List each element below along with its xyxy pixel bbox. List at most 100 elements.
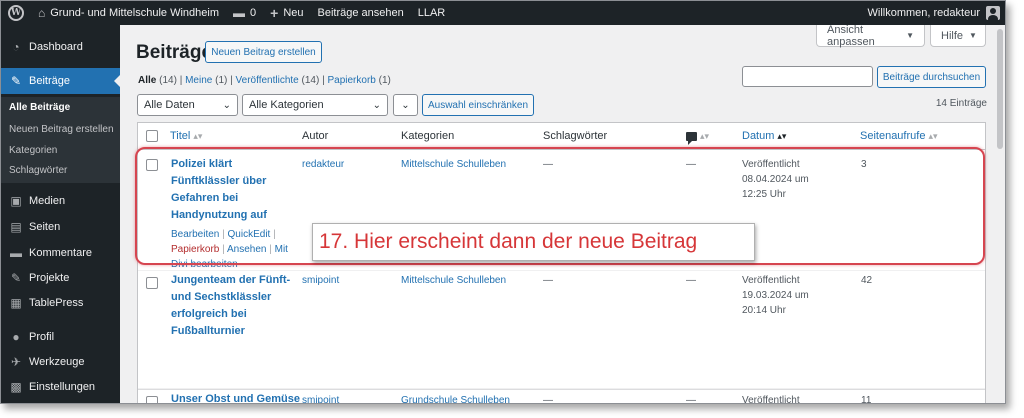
greeting-text: Willkommen, redakteur xyxy=(867,7,980,19)
media-icon: ▣ xyxy=(10,194,22,208)
help-button[interactable]: Hilfe ▼ xyxy=(930,25,986,47)
sidebar-item-projects[interactable]: ✎ Projekte xyxy=(1,265,120,291)
comments-value: — xyxy=(686,159,696,170)
category-link[interactable]: Mittelschule Schulleben xyxy=(401,157,506,172)
settings-icon: ▩ xyxy=(10,380,22,394)
add-new-post-button[interactable]: Neuen Beitrag erstellen xyxy=(205,41,322,63)
divi-edit-link-part2[interactable]: Divi bearbeiten xyxy=(171,259,238,270)
page-title: Beiträge xyxy=(136,42,213,63)
post-search-input[interactable] xyxy=(742,66,873,87)
column-date-header[interactable]: Datum ▴▾ xyxy=(742,130,786,142)
filter-button[interactable]: Auswahl einschränken xyxy=(422,94,534,116)
wordpress-icon: W xyxy=(8,5,24,21)
site-name: Grund- und Mittelschule Windheim xyxy=(50,7,219,19)
posts-table: Titel ▴▾ Autor Kategorien Schlagwörter ▴▾… xyxy=(137,122,986,404)
sidebar-item-settings[interactable]: ▩ Einstellungen xyxy=(1,374,120,400)
category-filter-value: Alle Kategorien xyxy=(249,99,324,111)
comments-value: — xyxy=(686,275,696,286)
column-title-header[interactable]: Titel ▴▾ xyxy=(170,130,202,142)
new-content-link[interactable]: + Neu xyxy=(263,1,310,25)
search-posts-button[interactable]: Beiträge durchsuchen xyxy=(877,66,986,88)
sidebar-item-label: TablePress xyxy=(29,297,84,309)
author-link[interactable]: smipoint xyxy=(302,273,339,288)
author-link[interactable]: redakteur xyxy=(302,157,344,172)
view-posts-link[interactable]: Beiträge ansehen xyxy=(311,1,411,25)
sidebar-item-tools[interactable]: ✈ Werkzeuge xyxy=(1,349,120,375)
annotation-callout: 17. Hier erscheint dann der neue Beitrag xyxy=(312,223,755,261)
trash-link[interactable]: Papierkorb xyxy=(171,244,219,255)
sidebar-item-label: Werkzeuge xyxy=(29,356,85,368)
sidebar-item-label: Medien xyxy=(29,195,66,207)
category-filter-select[interactable]: Alle Kategorien ⌄ xyxy=(242,94,388,116)
category-link[interactable]: Mittelschule Schulleben xyxy=(401,273,506,288)
select-all-checkbox[interactable] xyxy=(146,130,158,142)
screen-options-button[interactable]: Ansicht anpassen ▼ xyxy=(816,23,925,48)
column-comments-header[interactable]: ▴▾ xyxy=(686,130,709,145)
submenu-categories[interactable]: Kategorien xyxy=(9,145,57,156)
comment-icon xyxy=(686,131,697,145)
sidebar-item-dashboard[interactable]: ◔ Dashboard xyxy=(1,34,120,60)
llar-link[interactable]: LLAR xyxy=(411,1,453,25)
comment-icon: ▬ xyxy=(10,246,22,260)
sort-icon: ▴▾ xyxy=(928,131,938,141)
new-content-label: Neu xyxy=(283,7,304,19)
items-count: 14 Einträge xyxy=(935,98,987,109)
page-scrollbar[interactable] xyxy=(995,25,1005,403)
row-checkbox[interactable] xyxy=(146,277,158,289)
submenu-tags[interactable]: Schlagwörter xyxy=(9,165,67,176)
post-title-link[interactable]: Unser Obst und Gemüse xyxy=(171,391,311,403)
admin-bar: W ⌂ Grund- und Mittelschule Windheim ▬ 0… xyxy=(1,1,1005,25)
caret-down-icon: ▼ xyxy=(969,31,977,40)
comments-link[interactable]: ▬ 0 xyxy=(226,1,263,25)
comment-bubble-icon: ▬ xyxy=(233,6,245,20)
view-link[interactable]: Ansehen xyxy=(227,244,266,255)
dashboard-icon: ◔ xyxy=(12,40,20,54)
row-checkbox[interactable] xyxy=(146,159,158,171)
sidebar-item-media[interactable]: ▣ Medien xyxy=(1,188,120,214)
view-all[interactable]: Alle xyxy=(138,75,156,86)
caret-down-icon: ▼ xyxy=(906,31,914,40)
chevron-down-icon: ⌄ xyxy=(372,99,381,111)
submenu-all-posts[interactable]: Alle Beiträge xyxy=(9,102,70,113)
sidebar-item-posts[interactable]: ✎ Beiträge xyxy=(1,68,120,94)
divi-edit-link-part1[interactable]: Mit xyxy=(275,244,288,255)
table-row: Unser Obst und Gemüse smipoint Grundschu… xyxy=(138,389,985,404)
bulk-action-select[interactable]: ⌄ xyxy=(393,94,418,116)
sidebar-item-tablepress[interactable]: ▦ TablePress xyxy=(1,290,120,316)
wp-logo-link[interactable]: W xyxy=(1,1,31,25)
table-header: Titel ▴▾ Autor Kategorien Schlagwörter ▴▾… xyxy=(138,123,985,150)
category-link[interactable]: Grundschule Schulleben xyxy=(401,393,510,403)
post-title-link[interactable]: Polizei klärt Fünftklässler über Gefahre… xyxy=(171,156,281,224)
row-checkbox[interactable] xyxy=(146,396,158,403)
table-row: Jungenteam der Fünft- und Sechstklässler… xyxy=(138,271,985,389)
my-account-link[interactable]: Willkommen, redakteur xyxy=(861,1,1005,25)
view-published[interactable]: Veröffentlichte xyxy=(236,75,299,86)
sidebar-item-comments[interactable]: ▬ Kommentare xyxy=(1,240,120,266)
post-title-link[interactable]: Jungenteam der Fünft- und Sechstklässler… xyxy=(171,272,291,340)
view-trash-count: (1) xyxy=(378,75,391,86)
column-views-header[interactable]: Seitenaufrufe ▴▾ xyxy=(860,130,937,142)
view-all-count: (14) xyxy=(159,75,177,86)
view-mine[interactable]: Meine xyxy=(185,75,212,86)
sidebar-item-pages[interactable]: ▤ Seiten xyxy=(1,214,120,240)
submenu-add-new[interactable]: Neuen Beitrag erstellen xyxy=(9,124,114,135)
sidebar-item-label: Einstellungen xyxy=(29,381,96,393)
scrollbar-thumb[interactable] xyxy=(997,29,1003,149)
row-actions: Bearbeiten | QuickEdit | Papierkorb | An… xyxy=(171,229,288,270)
sidebar-item-profile[interactable]: ● Profil xyxy=(1,324,120,350)
author-link[interactable]: smipoint xyxy=(302,393,339,403)
quick-edit-link[interactable]: QuickEdit xyxy=(228,229,271,240)
sort-icon: ▴▾ xyxy=(777,131,787,141)
column-categories-header: Kategorien xyxy=(401,130,455,142)
comments-count: 0 xyxy=(250,7,257,19)
date-filter-select[interactable]: Alle Daten ⌄ xyxy=(137,94,238,116)
screen-options-label: Ansicht anpassen xyxy=(827,23,875,48)
site-name-link[interactable]: ⌂ Grund- und Mittelschule Windheim xyxy=(31,1,226,25)
help-label: Hilfe xyxy=(941,29,964,42)
edit-link[interactable]: Bearbeiten xyxy=(171,229,219,240)
view-trash[interactable]: Papierkorb xyxy=(327,75,375,86)
view-mine-count: (1) xyxy=(215,75,228,86)
tags-value: — xyxy=(543,395,553,404)
table-icon: ▦ xyxy=(10,296,22,310)
column-tags-header: Schlagwörter xyxy=(543,130,608,142)
